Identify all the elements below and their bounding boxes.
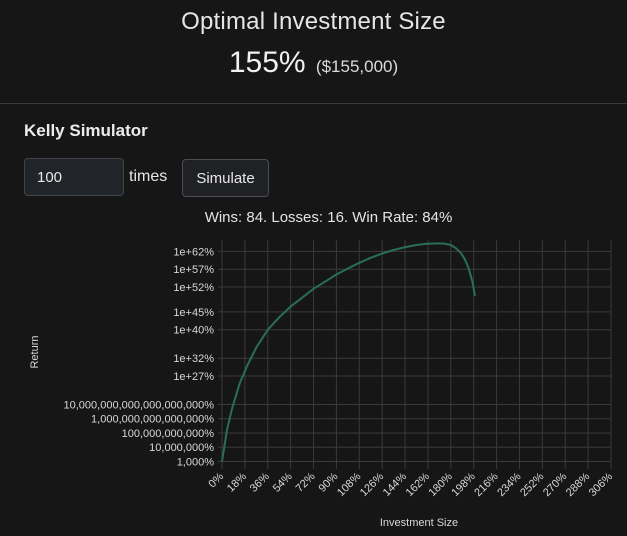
x-tick-label: 18% — [225, 470, 249, 494]
times-input[interactable] — [24, 158, 124, 196]
page-title: Optimal Investment Size — [181, 8, 446, 35]
y-tick-label: 1e+52% — [173, 282, 214, 294]
times-label: times — [129, 168, 168, 185]
y-tick-label: 1e+40% — [173, 325, 214, 337]
chart-series — [221, 242, 476, 462]
x-tick-label: 72% — [294, 470, 318, 494]
x-tick-label: 108% — [335, 470, 364, 499]
y-tick-label: 1,000,000,000,000,000% — [91, 414, 214, 426]
simulator-title: Kelly Simulator — [24, 121, 148, 140]
x-tick-label: 180% — [427, 470, 456, 499]
optimal-size-amount: ($155,000) — [315, 57, 399, 76]
optimal-size-readout: 155% ($155,000) — [0, 46, 627, 80]
x-tick-label: 198% — [449, 470, 478, 499]
return-chart: 1,000% 10,000,000% 100,000,000,000% 1,000,0… — [29, 240, 615, 529]
y-tick-label: 1e+45% — [173, 307, 214, 319]
x-tick-label: 216% — [472, 470, 501, 499]
x-tick-label: 252% — [518, 470, 547, 499]
y-tick-label: 1e+62% — [173, 246, 214, 258]
x-tick-label: 144% — [381, 470, 410, 499]
y-tick-label: 1,000% — [177, 456, 215, 468]
x-tick-label: 306% — [587, 470, 616, 499]
y-tick-label: 100,000,000,000% — [122, 428, 215, 440]
x-tick-label: 234% — [495, 470, 524, 499]
y-tick-label: 1e+27% — [173, 371, 214, 383]
simulation-stats: Wins: 84. Losses: 16. Win Rate: 84% — [204, 209, 453, 226]
x-tick-label: 288% — [564, 470, 593, 499]
x-tick-label: 162% — [404, 470, 433, 499]
result-header: Optimal Investment Size 155% ($155,000) — [0, 0, 627, 104]
y-axis-label: Return — [29, 335, 41, 368]
x-tick-label: 0% — [206, 470, 226, 490]
y-tick-label: 10,000,000,000,000,000,000% — [64, 399, 215, 411]
x-tick-label: 54% — [271, 470, 295, 494]
chart-grid — [218, 240, 612, 469]
y-tick-label: 1e+57% — [173, 264, 214, 276]
x-tick-labels: 0%18%36%54%72%90%108%126%144%162%180%198… — [206, 470, 615, 499]
y-tick-label: 1e+32% — [173, 353, 214, 365]
return-curve — [221, 242, 476, 462]
x-tick-label: 126% — [358, 470, 387, 499]
simulate-button[interactable]: Simulate — [182, 159, 269, 197]
y-tick-labels: 1,000% 10,000,000% 100,000,000,000% 1,000,0… — [64, 246, 215, 468]
y-tick-label: 10,000,000% — [149, 442, 214, 454]
x-tick-label: 270% — [541, 470, 570, 499]
x-axis-label: Investment Size — [380, 517, 458, 529]
x-tick-label: 36% — [248, 470, 272, 494]
optimal-size-percent: 155% — [228, 46, 306, 79]
